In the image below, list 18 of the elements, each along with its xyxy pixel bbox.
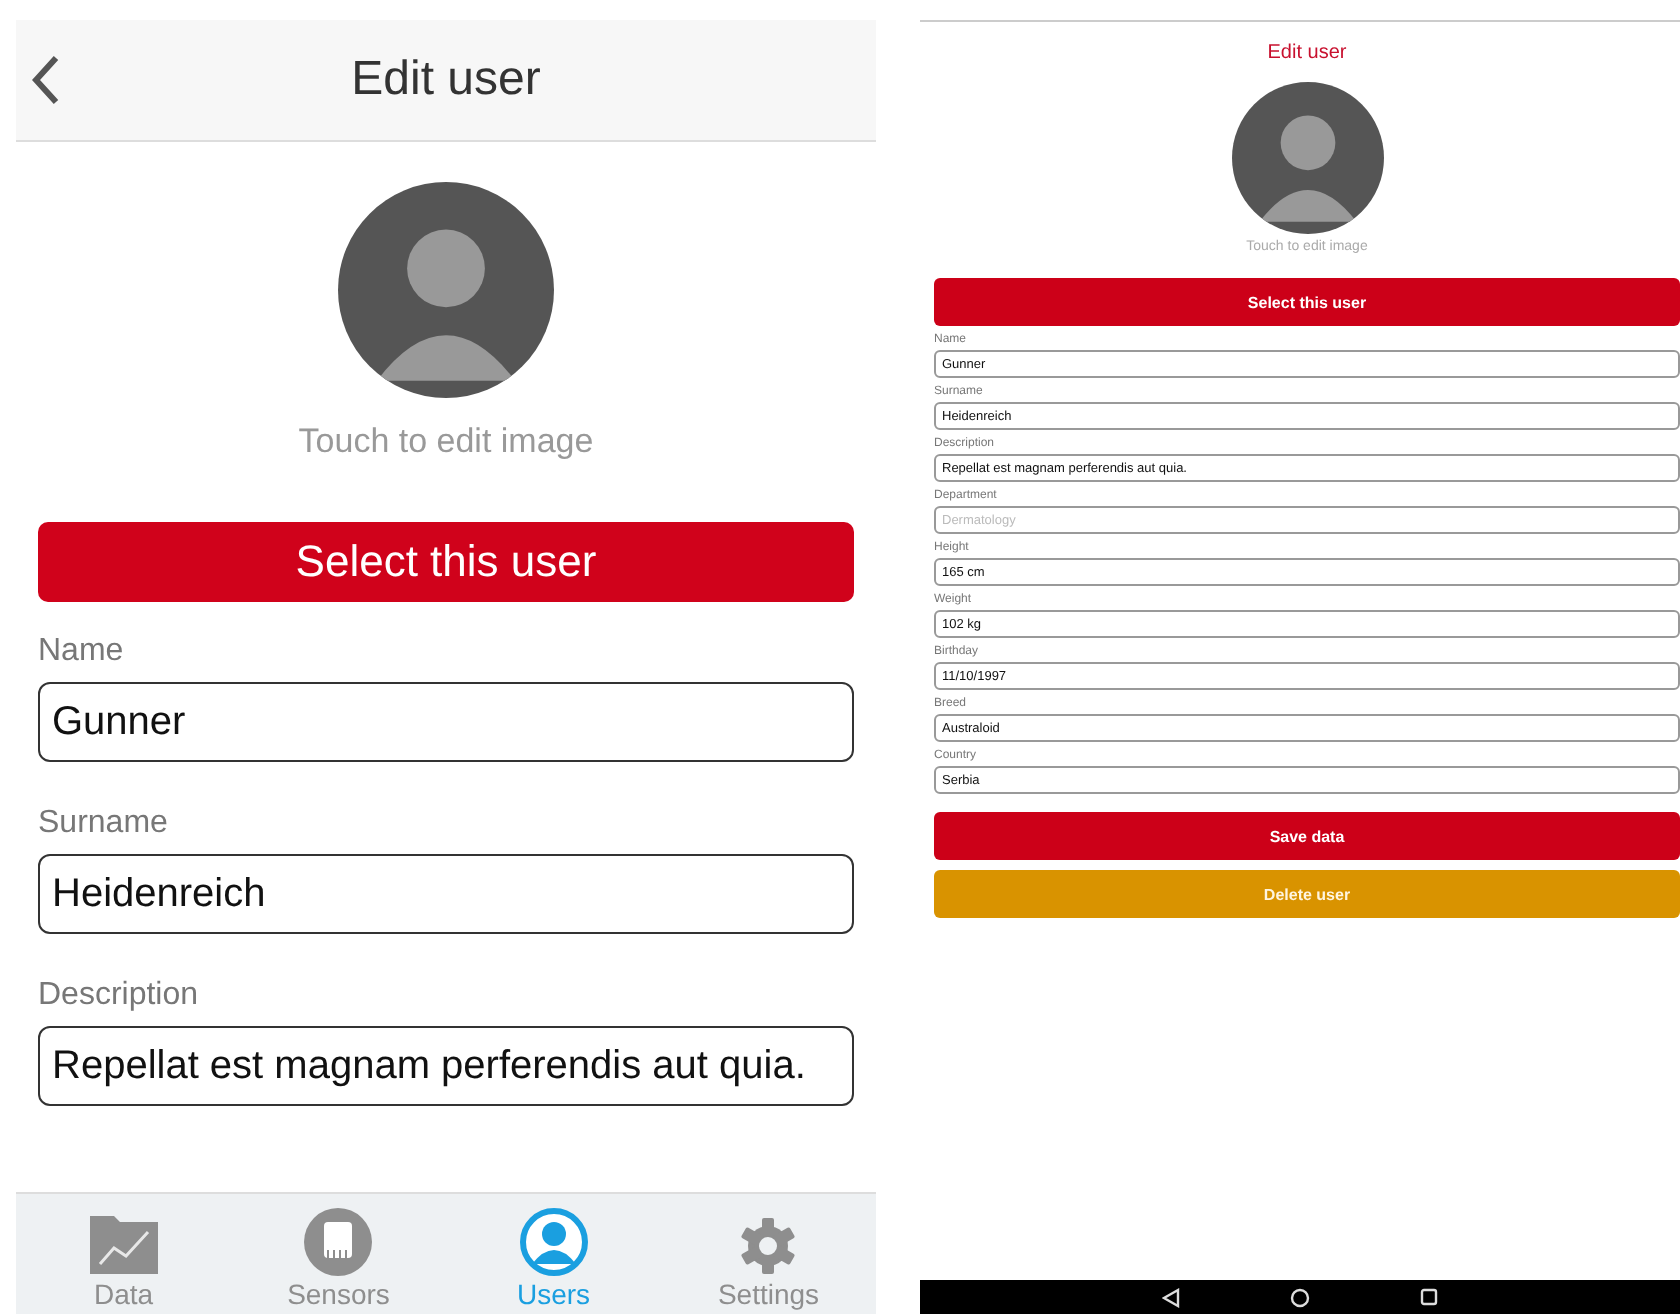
header-title: Edit user bbox=[351, 52, 541, 108]
save-data-button[interactable]: Save data bbox=[934, 812, 1680, 860]
home-icon[interactable] bbox=[1290, 1287, 1310, 1307]
screen-title: Edit user bbox=[1267, 42, 1347, 64]
field-label: Surname bbox=[38, 806, 170, 842]
chart-folder-icon bbox=[87, 1212, 160, 1276]
field-label: Name bbox=[38, 634, 126, 670]
settings-icon bbox=[738, 1216, 799, 1276]
input-field[interactable]: Repellat est magnam perferendis aut quia. bbox=[38, 1026, 854, 1106]
back-icon[interactable] bbox=[32, 54, 60, 106]
recents-icon[interactable] bbox=[1420, 1288, 1438, 1306]
chip-icon bbox=[304, 1208, 373, 1276]
user-icon bbox=[519, 1208, 588, 1276]
input-field[interactable]: Gunner bbox=[38, 682, 854, 762]
input-field[interactable]: Heidenreich bbox=[38, 854, 854, 934]
field-label: Description bbox=[38, 978, 201, 1014]
select-user-button[interactable]: Select this user bbox=[934, 278, 1680, 326]
select-user-button[interactable]: Select this user bbox=[38, 522, 854, 602]
